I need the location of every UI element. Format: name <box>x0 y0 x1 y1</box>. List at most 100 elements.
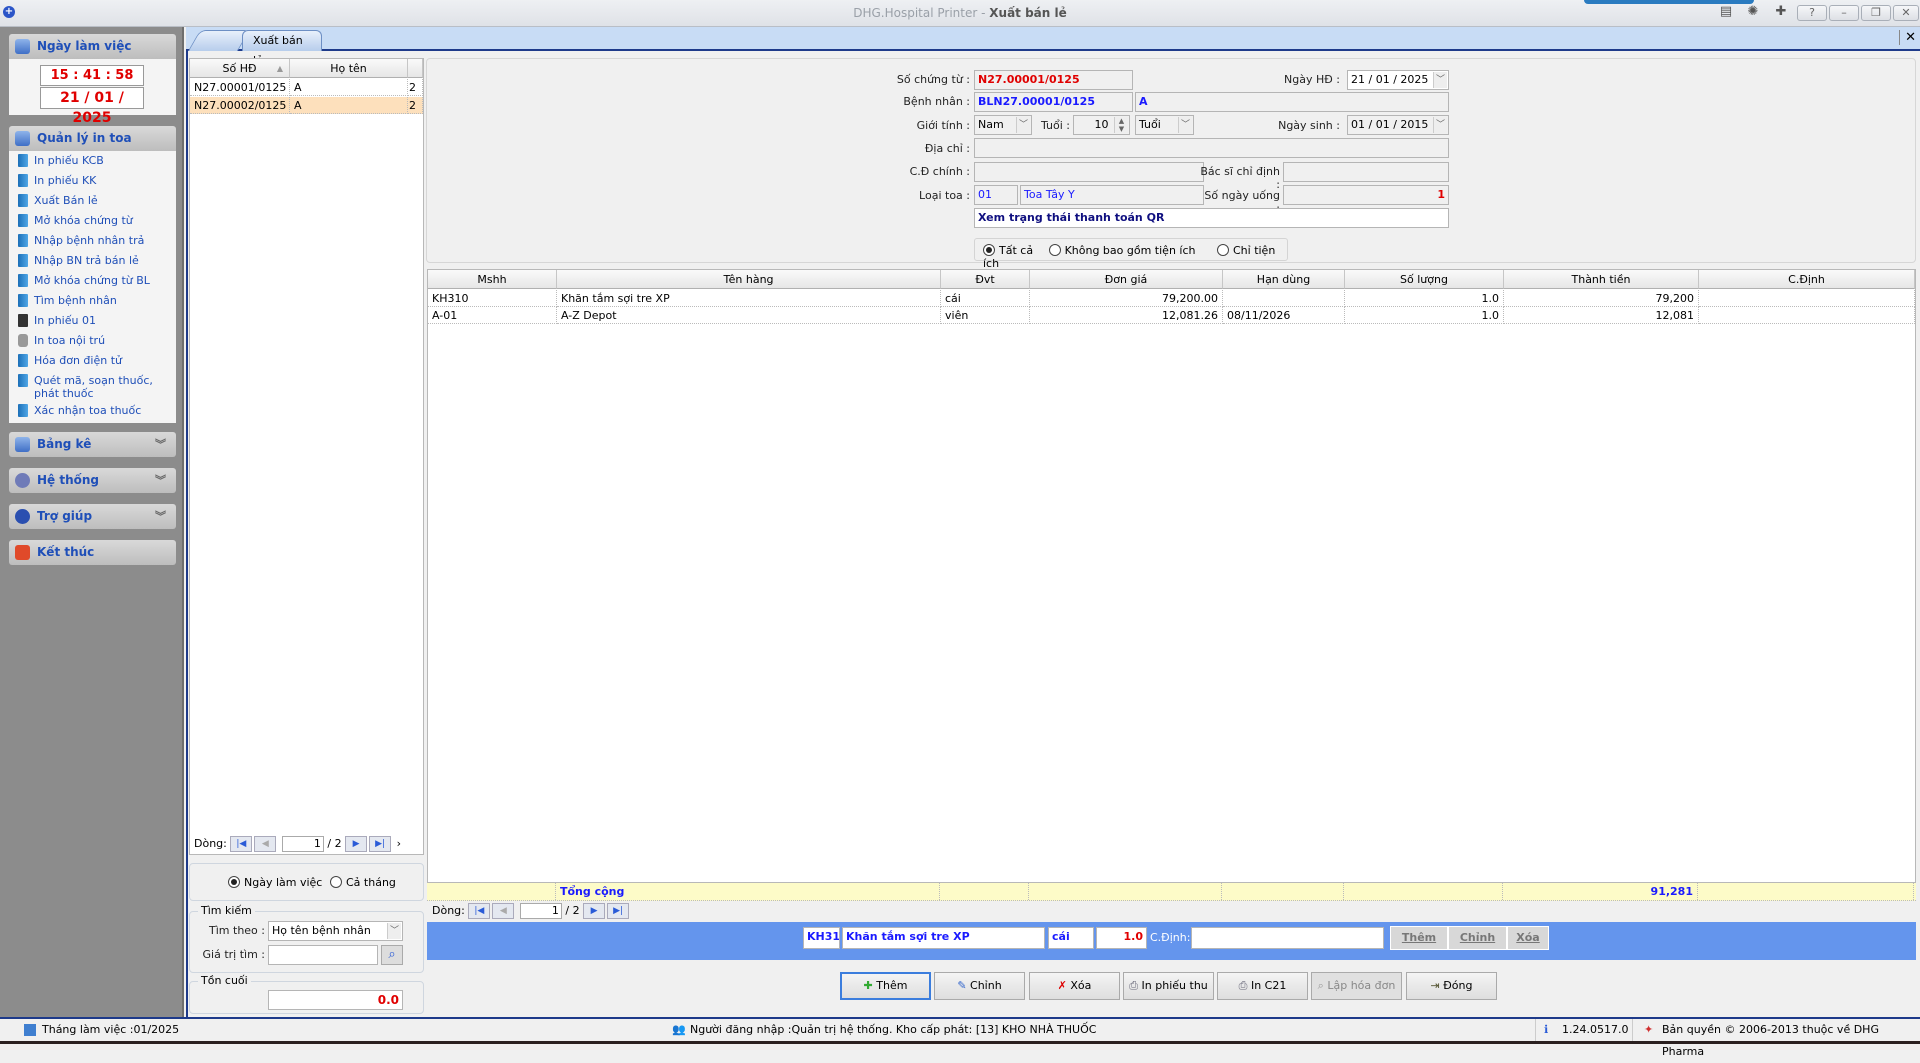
grid-cell[interactable]: 12,081 <box>1504 307 1699 324</box>
col-header-so-hd[interactable]: Số HĐ ▲ <box>190 59 290 78</box>
message-icon[interactable]: ▤ <box>1715 4 1737 24</box>
grid-cell[interactable]: 79,200.00 <box>1030 290 1223 307</box>
edit-unit-field[interactable]: cái <box>1048 927 1094 949</box>
action-button[interactable]: ⎙ In C21 <box>1217 972 1308 1000</box>
help-button[interactable]: ? <box>1797 5 1827 21</box>
print-mgmt-header[interactable]: Quản lý in toa <box>9 126 176 151</box>
col-header[interactable]: Số lượng <box>1345 270 1504 289</box>
sidebar-item[interactable]: Hóa đơn điện tử <box>14 354 174 367</box>
dia-chi-field[interactable] <box>974 138 1449 158</box>
sidebar-item[interactable]: Nhập bệnh nhân trả <box>14 234 174 247</box>
benh-nhan-name-field[interactable]: A <box>1135 92 1449 112</box>
grid-cell[interactable]: 08/11/2026 <box>1223 307 1345 324</box>
first-page-button[interactable]: |◀ <box>468 903 491 919</box>
edit-name-field[interactable]: Khăn tắm sợi tre XP <box>842 927 1045 949</box>
settings-globe-icon[interactable]: ✺ <box>1742 4 1764 24</box>
prev-page-button[interactable]: ◀ <box>254 836 277 852</box>
grid-cell[interactable]: cái <box>941 290 1030 307</box>
so-ngay-uong-field[interactable]: 1 <box>1283 185 1449 205</box>
col-header[interactable]: C.Định <box>1699 270 1915 289</box>
qr-payment-status-link[interactable]: Xem trạng thái thanh toán QR <box>974 208 1449 228</box>
col-header[interactable]: Đơn giá <box>1030 270 1223 289</box>
bac-si-field[interactable] <box>1283 162 1449 182</box>
grid-cell[interactable]: 1.0 <box>1345 307 1504 324</box>
so-chung-tu-field[interactable]: N27.00001/0125 <box>974 70 1133 90</box>
minimize-button[interactable]: – <box>1829 5 1859 21</box>
action-button[interactable]: ⇥ Đóng <box>1406 972 1497 1000</box>
tuoi-spinner[interactable]: 10 ▲ ▼ <box>1073 115 1130 135</box>
edit-add-button[interactable]: Thêm <box>1390 926 1448 950</box>
edit-qty-field[interactable]: 1.0 <box>1096 927 1147 949</box>
last-page-button[interactable]: ▶| <box>607 903 630 919</box>
close-tab-icon[interactable]: ✕ <box>1899 30 1916 45</box>
sidebar-item[interactable]: In phiếu 01 <box>14 314 174 327</box>
col-header-ho-ten[interactable]: Họ tên <box>290 59 408 78</box>
prev-page-button[interactable]: ◀ <box>492 903 515 919</box>
next-page-button[interactable]: ▶ <box>583 903 606 919</box>
grid-cell[interactable] <box>1223 290 1345 307</box>
grid-cell[interactable]: Khăn tắm sợi tre XP <box>557 290 941 307</box>
close-window-button[interactable]: ✕ <box>1893 5 1919 21</box>
search-value-input[interactable] <box>268 945 378 965</box>
sidebar-section[interactable]: Kết thúc <box>9 540 176 565</box>
action-button[interactable]: ✎ Chỉnh <box>934 972 1025 1000</box>
sidebar-item[interactable]: Xác nhận toa thuốc <box>14 404 174 417</box>
sidebar-section[interactable]: Hệ thống ︾ <box>9 468 176 493</box>
spinner-arrows-icon[interactable]: ▲ ▼ <box>1114 117 1128 133</box>
col-header[interactable]: Mshh <box>428 270 557 289</box>
grid-cell[interactable]: 12,081.26 <box>1030 307 1223 324</box>
sidebar-section[interactable]: Trợ giúp ︾ <box>9 504 176 529</box>
tab-blank[interactable] <box>187 30 251 51</box>
radio-ca-thang[interactable]: Cả tháng <box>330 876 396 889</box>
sidebar-item[interactable]: Mở khóa chứng từ <box>14 214 174 227</box>
cd-chinh-field[interactable] <box>974 162 1204 182</box>
sidebar-section[interactable]: Bảng kê ︾ <box>9 432 176 457</box>
gioi-tinh-select[interactable]: Nam ﹀ <box>974 115 1032 135</box>
loai-toa-name-field[interactable]: Toa Tây Y <box>1020 185 1204 205</box>
tuoi-unit-select[interactable]: Tuổi ﹀ <box>1135 115 1194 135</box>
benh-nhan-code-field[interactable]: BLN27.00001/0125 <box>974 92 1133 112</box>
grid-cell[interactable]: 1.0 <box>1345 290 1504 307</box>
action-button[interactable]: ⌕ Lập hóa đơn <box>1311 972 1402 1000</box>
grid-cell[interactable] <box>1699 307 1915 324</box>
sidebar-item[interactable]: Mở khóa chứng từ BL <box>14 274 174 287</box>
radio-ngay-lam-viec[interactable]: Ngày làm việc <box>228 876 322 889</box>
action-button[interactable]: ✚ Thêm <box>840 972 931 1000</box>
ngay-sinh-picker[interactable]: 01 / 01 / 2015 ﹀ <box>1347 115 1449 135</box>
sidebar-item[interactable]: In phiếu KK <box>14 174 174 187</box>
ngay-hd-picker[interactable]: 21 / 01 / 2025 ﹀ <box>1347 70 1449 90</box>
grid-cell[interactable]: 79,200 <box>1504 290 1699 307</box>
edit-modify-button[interactable]: Chỉnh <box>1448 926 1507 950</box>
tab-xuat-ban-le[interactable]: Xuất bán lẻ <box>242 30 322 67</box>
search-icon[interactable]: ⌕ <box>381 945 403 965</box>
action-button[interactable]: ⎙ In phiếu thu <box>1123 972 1214 1000</box>
next-page-button[interactable]: ▶ <box>345 836 368 852</box>
grid-cell[interactable]: A-01 <box>428 307 557 324</box>
scroll-right-icon[interactable]: › <box>397 837 401 850</box>
sidebar-item[interactable]: Tìm bệnh nhân <box>14 294 174 307</box>
col-header[interactable]: Thành tiền <box>1504 270 1699 289</box>
grid-cell[interactable]: A-Z Depot <box>557 307 941 324</box>
loai-toa-code-field[interactable]: 01 <box>974 185 1018 205</box>
radio-khong-bao-gom-tien-ich[interactable]: Không bao gồm tiện ích <box>1048 244 1195 257</box>
radio-tat-ca[interactable]: Tất cả <box>983 244 1033 257</box>
work-day-header[interactable]: Ngày làm việc <box>9 34 176 59</box>
action-button[interactable]: ✗ Xóa <box>1029 972 1120 1000</box>
col-header[interactable]: Đvt <box>941 270 1030 289</box>
grid-cell[interactable]: viên <box>941 307 1030 324</box>
grid-cell[interactable]: KH310 <box>428 290 557 307</box>
sidebar-item[interactable]: Xuất Bán lẻ <box>14 194 174 207</box>
grid-cell[interactable] <box>1699 290 1915 307</box>
first-page-button[interactable]: |◀ <box>230 836 253 852</box>
sidebar-item[interactable]: Nhập BN trả bán lẻ <box>14 254 174 267</box>
sidebar-item[interactable]: In toa nội trú <box>14 334 174 347</box>
edit-code-field[interactable]: KH310 <box>803 927 840 949</box>
sidebar-item[interactable]: Quét mã, soạn thuốc, phát thuốc <box>14 374 174 400</box>
edit-delete-button[interactable]: Xóa <box>1507 926 1549 950</box>
search-by-select[interactable]: Họ tên bệnh nhân ﹀ <box>268 921 403 941</box>
last-page-button[interactable]: ▶| <box>369 836 392 852</box>
page-input[interactable]: 1 <box>519 903 562 919</box>
restore-button[interactable]: ❐ <box>1861 5 1891 21</box>
sidebar-item[interactable]: In phiếu KCB <box>14 154 174 167</box>
edit-cdinh-field[interactable] <box>1191 927 1384 949</box>
